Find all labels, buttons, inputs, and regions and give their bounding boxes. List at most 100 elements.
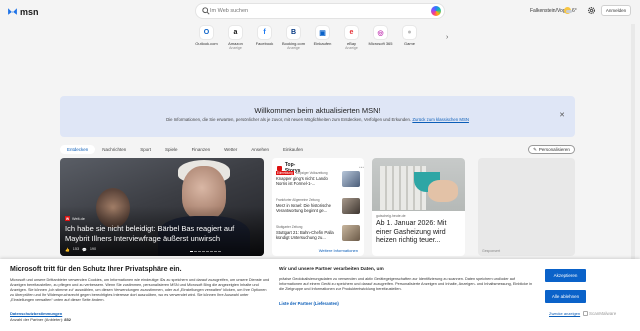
privacy-policy-link[interactable]: Datenschutzbestimmungen [10,311,62,316]
tab-ansehen[interactable]: Ansehen [244,145,276,154]
story-item[interactable]: Frankfurter Allgemeine Zeitung Merz in Is… [276,198,362,218]
story-thumbnail [342,171,360,187]
story-item[interactable]: Eilmeldung Leipziger Volkszeitung Knapper … [276,171,362,191]
quick-links: O Outlook.com a Amazon Anzeige f Facebook B Book… [192,26,452,60]
hero-title[interactable]: Ich habe sie nicht beleidigt: Bärbel Bas… [65,224,260,243]
more-app-icon: ● [403,26,416,39]
weather-widget[interactable]: 6° [564,7,577,14]
ad-slot[interactable]: Gesponsert [478,158,575,256]
article-card[interactable]: gutscheig.heute.de Ab 1. Januar 2026: Mi… [372,158,465,256]
personalize-button[interactable]: ✎ Personalisieren [528,145,575,154]
tab-entdecken[interactable]: Entdecken [60,145,96,154]
personalize-label: Personalisieren [538,147,570,152]
quick-link[interactable]: ▣ Einkaufen [308,26,337,60]
partly-cloudy-icon [564,7,572,14]
watermark: ScanMalware [583,311,616,316]
story-source-name: Leipziger Volkszeitung [295,171,328,175]
partners-title: Wir und unsere Partner verarbeiten Daten… [279,267,384,272]
search-box[interactable] [196,4,444,18]
tab-einkaufen[interactable]: Einkaufen [276,145,310,154]
quick-link[interactable]: ● Game [395,26,424,60]
article-source: gutscheig.heute.de [376,214,406,218]
category-nav: Entdecken Nachrichten Sport Spiele Finanzen W… [60,145,310,154]
welcome-text: Die Informationen, die Sie erwarten, per… [60,117,575,122]
partners-count: Anzahl der Partner (Anbieter): 852 [10,317,71,322]
hero-likes: 153 [72,247,80,251]
close-icon[interactable]: ✕ [559,111,565,119]
search-input[interactable] [210,6,410,16]
story-source-name: Frankfurter Allgemeine Zeitung [276,198,320,202]
quick-link[interactable]: O Outlook.com [192,26,221,60]
search-icon [202,7,210,15]
ad-label: Gesponsert [482,249,501,253]
breaking-badge: Eilmeldung [276,171,294,175]
reject-all-button[interactable]: Alle ablehnen [545,290,586,303]
msn-butterfly-icon [8,8,17,15]
comment-icon[interactable]: 💬 [82,247,87,252]
tab-nachrichten[interactable]: Nachrichten [95,145,133,154]
quick-link-tag: Anzeige [229,46,242,50]
top-bar: msn Falkenstein/Vog... 6° Anmelden [0,0,640,24]
welt-logo-icon: W [65,216,70,221]
quick-link[interactable]: e eBay Anzeige [337,26,366,60]
accept-button[interactable]: Akzeptieren [545,269,586,282]
partners-count-label: Anzahl der Partner (Anbieter): [10,317,64,322]
thumbs-up-icon[interactable]: 👍 [65,247,70,252]
story-title[interactable]: Stuttgart 21: Bahn-Chefin Palla kündigt … [276,230,340,240]
quick-link-tag: Anzeige [345,46,358,50]
cookie-consent-banner: Microsoft tritt für den Schutz Ihrer Pri… [0,259,640,331]
copilot-icon[interactable] [431,6,441,16]
ebay-icon: e [345,26,358,39]
consent-title: Microsoft tritt für den Schutz Ihrer Pri… [10,266,182,273]
show-purposes-link[interactable]: Zwecke anzeigen [549,311,580,316]
classic-msn-link[interactable]: Zurück zum klassischen MSN [412,117,469,122]
tab-spiele[interactable]: Spiele [158,145,185,154]
quick-link-label: Game [404,41,415,46]
more-info-link[interactable]: Weitere Informationen [319,248,358,253]
story-item[interactable]: Stuttgarter Zeitung Stuttgart 21: Bahn-Ch… [276,225,362,245]
gear-icon[interactable] [587,6,596,15]
quick-link-tag: Anzeige [287,46,300,50]
msn-logo[interactable]: msn [7,6,39,17]
article-image [372,158,465,211]
welcome-title: Willkommen beim aktualisierten MSN! [254,106,381,115]
carousel-indicator[interactable] [190,251,221,252]
signin-button[interactable]: Anmelden [601,5,631,16]
hero-article[interactable]: W Welt.de Ich habe sie nicht beleidigt: … [60,158,264,256]
quick-link-label: Einkaufen [313,41,332,46]
weather-temp: 6° [572,7,577,14]
story-title[interactable]: Knapper ging's nicht: Lando Norris ist F… [276,176,340,186]
article-title[interactable]: Ab 1. Januar 2026: Mit einer Gasheizung … [376,220,462,246]
story-thumbnail [342,198,360,214]
quick-link-label: Outlook.com [195,41,218,46]
quick-link[interactable]: B Booking.com Anzeige [279,26,308,60]
quick-link[interactable]: ◎ Microsoft 365 [366,26,395,60]
amazon-icon: a [229,26,242,39]
welcome-description: Die Informationen, die Sie erwarten, per… [166,117,412,122]
quick-link[interactable]: f Facebook [250,26,279,60]
top-stories-icon [277,165,282,171]
consent-text: Microsoft und unsere Drittanbieter verwe… [10,278,270,302]
microsoft365-icon: ◎ [374,26,387,39]
story-title[interactable]: Merz in Israel: Die historische Verantwo… [276,203,340,213]
quick-link[interactable]: a Amazon Anzeige [221,26,250,60]
outlook-icon: O [200,26,213,39]
partners-list-link[interactable]: Liste der Partner (Lieferanten) [279,301,339,306]
hand-image [428,180,458,202]
watermark-text: ScanMalware [589,311,617,316]
scanmalware-logo-icon [583,311,588,316]
chevron-right-icon[interactable]: › [446,34,448,41]
einkaufen-icon: ▣ [316,26,329,39]
story-source-name: Stuttgarter Zeitung [276,225,303,229]
partners-text: präzise Geolokalisierungsdaten zu verwen… [279,277,533,291]
scrollbar[interactable] [631,24,635,260]
hero-source-name: Welt.de [72,216,85,221]
tab-sport[interactable]: Sport [133,145,158,154]
logo-text: msn [20,6,39,17]
partners-count-value: 852 [64,317,71,322]
quick-link-label: Facebook [255,41,274,46]
hero-comments: 190 [89,247,97,251]
tab-wetter[interactable]: Wetter [217,145,244,154]
story-thumbnail [342,225,360,241]
tab-finanzen[interactable]: Finanzen [185,145,218,154]
